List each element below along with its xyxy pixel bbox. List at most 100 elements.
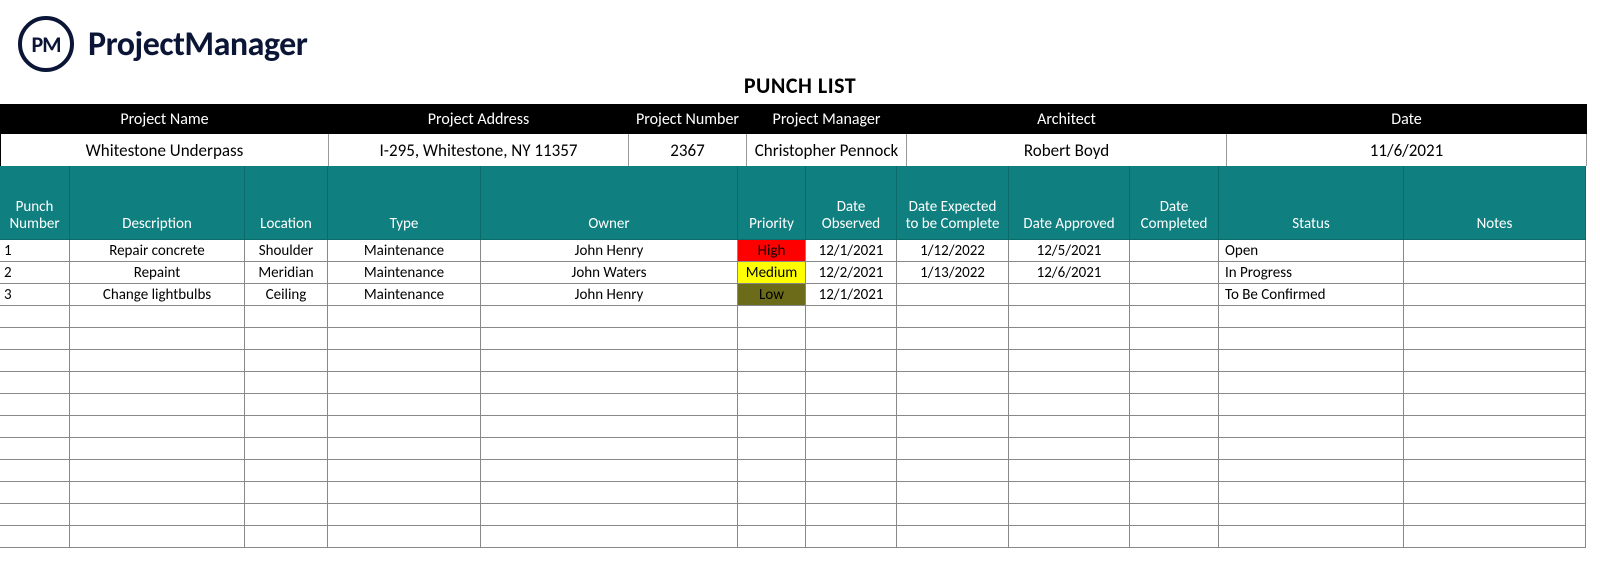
table-cell[interactable] [1130, 460, 1219, 482]
table-cell[interactable] [1009, 306, 1130, 328]
table-cell[interactable] [738, 438, 806, 460]
table-cell[interactable]: In Progress [1219, 262, 1404, 284]
table-cell[interactable] [70, 350, 245, 372]
table-cell[interactable] [328, 482, 481, 504]
table-cell[interactable] [328, 438, 481, 460]
table-cell[interactable] [1404, 482, 1586, 504]
table-cell[interactable] [0, 504, 70, 526]
table-cell[interactable] [481, 350, 738, 372]
table-cell[interactable] [0, 438, 70, 460]
table-cell[interactable] [1130, 504, 1219, 526]
table-cell[interactable] [897, 350, 1009, 372]
table-cell[interactable] [738, 460, 806, 482]
table-cell[interactable] [245, 394, 328, 416]
table-cell[interactable] [806, 438, 897, 460]
table-cell[interactable] [1009, 460, 1130, 482]
table-cell[interactable] [897, 372, 1009, 394]
table-cell[interactable]: Maintenance [328, 240, 481, 262]
table-cell[interactable] [0, 482, 70, 504]
table-cell[interactable] [1404, 394, 1586, 416]
table-cell[interactable] [1009, 438, 1130, 460]
table-cell[interactable]: Meridian [245, 262, 328, 284]
table-cell[interactable]: To Be Confirmed [1219, 284, 1404, 306]
table-cell[interactable] [806, 394, 897, 416]
table-cell[interactable] [1404, 306, 1586, 328]
table-cell[interactable] [481, 328, 738, 350]
table-cell[interactable] [1130, 526, 1219, 548]
table-cell[interactable] [738, 504, 806, 526]
table-cell[interactable] [738, 416, 806, 438]
table-cell[interactable] [328, 328, 481, 350]
table-cell[interactable] [1219, 504, 1404, 526]
table-cell[interactable]: High [738, 240, 806, 262]
table-cell[interactable] [806, 482, 897, 504]
table-cell[interactable] [70, 482, 245, 504]
table-cell[interactable]: Ceiling [245, 284, 328, 306]
table-cell[interactable] [1404, 438, 1586, 460]
table-cell[interactable] [1404, 526, 1586, 548]
table-cell[interactable] [328, 526, 481, 548]
table-cell[interactable] [806, 504, 897, 526]
table-cell[interactable]: Repair concrete [70, 240, 245, 262]
table-cell[interactable]: 12/6/2021 [1009, 262, 1130, 284]
table-cell[interactable] [1130, 262, 1219, 284]
table-cell[interactable] [0, 328, 70, 350]
table-cell[interactable] [245, 526, 328, 548]
table-cell[interactable] [328, 306, 481, 328]
table-cell[interactable] [328, 394, 481, 416]
table-cell[interactable] [0, 394, 70, 416]
table-cell[interactable] [1130, 306, 1219, 328]
table-cell[interactable]: 1 [0, 240, 70, 262]
table-cell[interactable]: 3 [0, 284, 70, 306]
table-cell[interactable] [70, 328, 245, 350]
table-cell[interactable] [1404, 460, 1586, 482]
table-cell[interactable] [1130, 350, 1219, 372]
table-cell[interactable] [897, 306, 1009, 328]
table-cell[interactable] [481, 504, 738, 526]
table-cell[interactable] [245, 306, 328, 328]
table-cell[interactable] [1009, 350, 1130, 372]
table-cell[interactable] [1009, 284, 1130, 306]
table-cell[interactable] [1219, 328, 1404, 350]
table-cell[interactable] [806, 526, 897, 548]
table-cell[interactable] [738, 372, 806, 394]
table-cell[interactable] [806, 350, 897, 372]
table-cell[interactable]: 1/13/2022 [897, 262, 1009, 284]
table-cell[interactable] [328, 504, 481, 526]
table-cell[interactable] [1009, 482, 1130, 504]
table-cell[interactable] [1219, 438, 1404, 460]
table-cell[interactable] [245, 504, 328, 526]
table-cell[interactable] [1404, 504, 1586, 526]
table-cell[interactable] [1219, 460, 1404, 482]
table-cell[interactable] [1130, 328, 1219, 350]
table-cell[interactable] [897, 416, 1009, 438]
table-cell[interactable] [897, 482, 1009, 504]
table-cell[interactable]: 12/1/2021 [806, 240, 897, 262]
table-cell[interactable] [481, 394, 738, 416]
table-cell[interactable] [897, 504, 1009, 526]
table-cell[interactable] [738, 306, 806, 328]
table-cell[interactable] [1009, 394, 1130, 416]
table-cell[interactable] [1404, 284, 1586, 306]
table-cell[interactable] [1130, 416, 1219, 438]
table-cell[interactable] [70, 460, 245, 482]
table-cell[interactable] [1219, 482, 1404, 504]
table-cell[interactable] [1219, 372, 1404, 394]
table-cell[interactable] [70, 416, 245, 438]
table-cell[interactable] [806, 416, 897, 438]
table-cell[interactable] [481, 482, 738, 504]
table-cell[interactable]: Medium [738, 262, 806, 284]
table-cell[interactable] [0, 372, 70, 394]
table-cell[interactable]: Low [738, 284, 806, 306]
table-cell[interactable] [0, 460, 70, 482]
table-cell[interactable] [481, 460, 738, 482]
table-cell[interactable] [0, 350, 70, 372]
table-cell[interactable] [245, 460, 328, 482]
table-cell[interactable] [70, 306, 245, 328]
table-cell[interactable] [738, 526, 806, 548]
table-cell[interactable] [1009, 504, 1130, 526]
table-cell[interactable] [1404, 350, 1586, 372]
table-cell[interactable] [1404, 240, 1586, 262]
table-cell[interactable]: 12/2/2021 [806, 262, 897, 284]
table-cell[interactable] [897, 460, 1009, 482]
